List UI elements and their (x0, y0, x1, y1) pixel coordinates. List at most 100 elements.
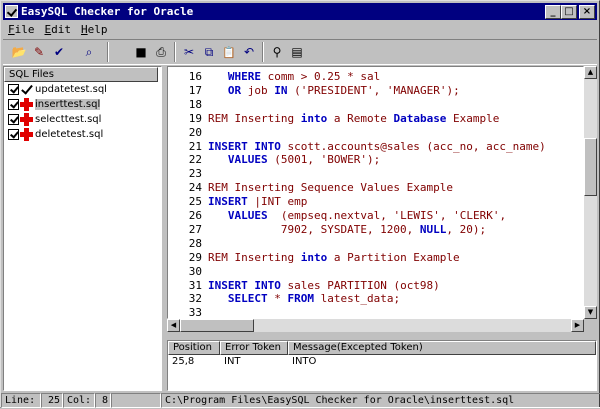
paste-icon[interactable]: 📋 (219, 42, 239, 62)
file-item[interactable]: deletetest.sql (4, 127, 161, 142)
line-number: 26 (188, 209, 202, 222)
vertical-scrollbar[interactable]: ▲ ▼ (584, 66, 597, 319)
file-item[interactable]: updatetest.sql (4, 82, 161, 97)
status-col-label: Col: (63, 393, 95, 408)
error-list-panel: Position Error Token Message(Excepted To… (167, 340, 597, 391)
code-token: , (499, 209, 507, 222)
error-position: 25,8 (172, 356, 195, 367)
file-item[interactable]: inserttest.sql (4, 97, 161, 112)
close-button[interactable]: × (579, 4, 595, 19)
column-message[interactable]: Message(Excepted Token) (288, 341, 596, 355)
sql-keyword: VALUES (227, 153, 268, 167)
scroll-down-button[interactable]: ▼ (584, 306, 597, 319)
print-icon[interactable]: ⎙ (151, 42, 171, 62)
window-title: EasySQL Checker for Oracle (21, 5, 194, 18)
sql-keyword: FROM (287, 292, 315, 306)
code-text: WHERE comm > 0.25 * sal (208, 69, 380, 84)
scroll-left-button[interactable]: ◀ (167, 319, 180, 332)
line-number: 32 (188, 292, 202, 306)
sql-files-header[interactable]: SQL Files (4, 67, 158, 82)
code-token: Example (446, 111, 500, 125)
code-token: |INT emp (247, 195, 308, 209)
checkbox-checked[interactable] (8, 84, 19, 95)
line-number: 23 (188, 167, 202, 181)
line-number: 29 (188, 250, 202, 264)
undo-icon[interactable]: ↶ (239, 42, 259, 62)
code-token: , (439, 209, 454, 222)
code-text: INSERT INTO sales PARTITION (oct98) (208, 278, 440, 293)
menu-help[interactable]: Help (76, 23, 113, 36)
error-list-header: Position Error Token Message(Excepted To… (168, 341, 596, 355)
column-position[interactable]: Position (168, 341, 220, 355)
code-text: OR job IN ('PRESIDENT', 'MANAGER'); (208, 83, 460, 98)
line-number: 20 (188, 125, 202, 139)
sql-editor[interactable]: 16 WHERE comm > 0.25 * sal 17 OR job IN (… (167, 66, 584, 319)
file-name: selecttest.sql (35, 114, 102, 125)
status-file-path: C:\Program Files\EasySQL Checker for Ora… (161, 393, 600, 408)
line-number: 16 (188, 70, 202, 83)
code-token: ( (287, 83, 301, 97)
horizontal-scrollbar[interactable]: ◀ ▶ (167, 319, 584, 332)
code-line: 28 (168, 236, 583, 251)
copy-icon[interactable]: ⧉ (199, 42, 219, 62)
error-row[interactable]: 25,8 INT INTO (168, 355, 596, 369)
scrollbar-corner (584, 319, 597, 332)
checkbox-checked[interactable] (8, 114, 19, 125)
vertical-scroll-thumb[interactable] (584, 138, 597, 196)
code-line: 25 INSERT |INT emp (168, 194, 583, 209)
editor-area: 16 WHERE comm > 0.25 * sal 17 OR job IN (… (167, 66, 597, 336)
code-token: , (373, 83, 387, 97)
menu-file[interactable]: File (3, 23, 40, 36)
code-line: 31 INSERT INTO sales PARTITION (oct98) (168, 278, 583, 293)
scroll-up-button[interactable]: ▲ (584, 66, 597, 79)
sql-keyword: WHERE (227, 70, 261, 83)
status-col-value: 8 (95, 393, 111, 408)
menu-bar: File Edit Help (3, 21, 597, 38)
menu-edit[interactable]: Edit (40, 23, 77, 36)
sql-keyword: INSERT INTO (208, 278, 281, 292)
horizontal-scroll-thumb[interactable] (180, 319, 254, 332)
sql-keyword: OR (227, 83, 242, 97)
code-token: ); (446, 83, 460, 97)
checkbox-checked[interactable] (8, 99, 19, 110)
error-cross-icon (20, 128, 33, 141)
check-icon[interactable]: ✔ (49, 42, 69, 62)
maximize-button[interactable]: □ (561, 4, 577, 19)
code-token: a Partition Example (327, 250, 460, 264)
code-text: SELECT * FROM latest_data; (208, 291, 400, 306)
app-icon[interactable] (5, 5, 18, 18)
find-window-icon[interactable]: ⌕ (79, 42, 99, 62)
replace-icon[interactable]: ▤ (287, 42, 307, 62)
column-error-token[interactable]: Error Token (220, 341, 288, 355)
app-window: EasySQL Checker for Oracle _ □ × File Ed… (0, 0, 600, 408)
line-number: 21 (188, 139, 202, 153)
file-item[interactable]: selecttest.sql (4, 112, 161, 127)
scroll-right-button[interactable]: ▶ (571, 319, 584, 332)
minimize-button[interactable]: _ (545, 4, 561, 19)
status-bar: Line: 25 Col: 8 C:\Program Files\EasySQL… (1, 392, 600, 409)
code-line: 32 SELECT * FROM latest_data; (168, 291, 583, 306)
edit-icon[interactable]: ✎ (29, 42, 49, 62)
code-line: 16 WHERE comm > 0.25 * sal (168, 69, 583, 84)
error-message: INTO (292, 356, 317, 367)
code-token: job (241, 83, 275, 97)
sql-keyword: INSERT INTO (208, 139, 281, 153)
binoculars-icon[interactable]: ⚲ (267, 42, 287, 62)
save-icon[interactable]: ■ (131, 42, 151, 62)
code-line: 20 (168, 125, 583, 140)
error-cross-icon (20, 113, 33, 126)
code-line: 22 VALUES (5001, 'BOWER'); (168, 152, 583, 167)
title-bar[interactable]: EasySQL Checker for Oracle _ □ × (3, 3, 597, 20)
sql-keyword: into (300, 250, 328, 264)
open-folder-icon[interactable]: 📂 (9, 42, 29, 62)
code-line: 18 (168, 97, 583, 112)
line-number: 19 (188, 111, 202, 125)
sql-keyword: IN (274, 83, 288, 97)
code-token: 'MANAGER' (386, 83, 447, 97)
cut-icon[interactable]: ✂ (179, 42, 199, 62)
checkbox-checked[interactable] (8, 129, 19, 140)
